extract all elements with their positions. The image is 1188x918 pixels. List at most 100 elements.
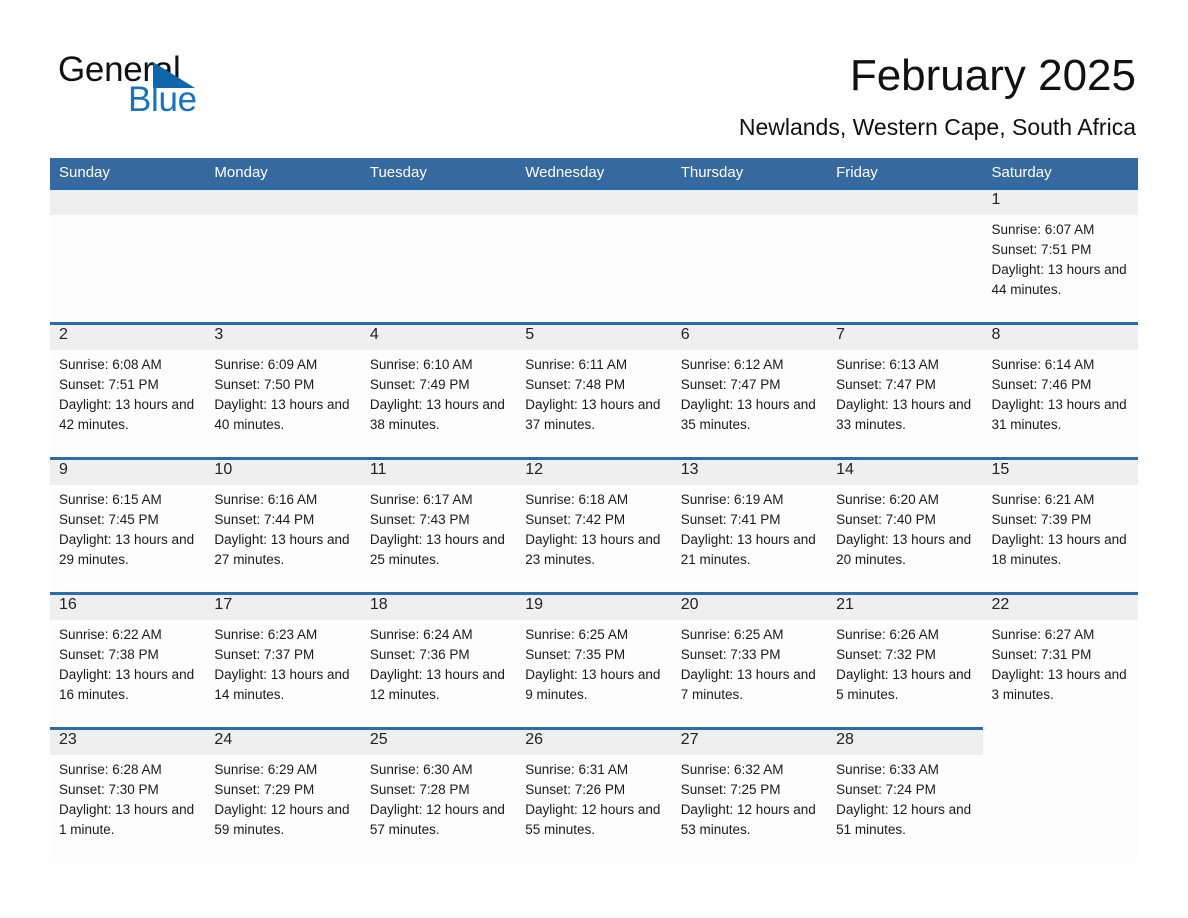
- daylight-text: Daylight: 12 hours and 51 minutes.: [836, 802, 972, 837]
- day-cell[interactable]: 8 Sunrise: 6:14 AM Sunset: 7:46 PM Daylight…: [982, 322, 1138, 457]
- day-cell[interactable]: 24 Sunrise: 6:29 AM Sunset: 7:29 PM Dayligh…: [205, 727, 361, 862]
- day-cell[interactable]: 2 Sunrise: 6:08 AM Sunset: 7:51 PM Daylight…: [50, 322, 206, 457]
- sunrise-text: Sunrise: 6:28 AM: [59, 762, 162, 777]
- day-details: Sunrise: 6:10 AM Sunset: 7:49 PM Daylight:…: [370, 355, 510, 435]
- day-cell[interactable]: 28 Sunrise: 6:33 AM Sunset: 7:24 PM Dayligh…: [827, 727, 983, 862]
- day-details: Sunrise: 6:14 AM Sunset: 7:46 PM Daylight:…: [992, 355, 1132, 435]
- day-cell[interactable]: 9 Sunrise: 6:15 AM Sunset: 7:45 PM Daylight…: [50, 457, 206, 592]
- weekday-header-sunday: Sunday: [59, 164, 110, 181]
- day-details: Sunrise: 6:31 AM Sunset: 7:26 PM Daylight:…: [525, 760, 665, 840]
- day-cell[interactable]: 7 Sunrise: 6:13 AM Sunset: 7:47 PM Daylight…: [827, 322, 983, 457]
- daylight-text: Daylight: 13 hours and 42 minutes.: [59, 397, 195, 432]
- week-row: 2 Sunrise: 6:08 AM Sunset: 7:51 PM Daylight…: [50, 322, 1138, 457]
- day-cell[interactable]: 13 Sunrise: 6:19 AM Sunset: 7:41 PM Dayligh…: [671, 457, 828, 592]
- day-cell[interactable]: 11 Sunrise: 6:17 AM Sunset: 7:43 PM Dayligh…: [360, 457, 517, 592]
- daylight-text: Daylight: 13 hours and 40 minutes.: [214, 397, 350, 432]
- sunrise-text: Sunrise: 6:12 AM: [680, 357, 784, 372]
- daylight-text: Daylight: 13 hours and 35 minutes.: [680, 397, 816, 432]
- day-cell[interactable]: 21 Sunrise: 6:26 AM Sunset: 7:32 PM Dayligh…: [827, 592, 983, 727]
- sunset-text: Sunset: 7:28 PM: [369, 782, 470, 797]
- day-number: 6: [680, 326, 690, 343]
- day-number: 10: [214, 461, 233, 478]
- day-details: Sunrise: 6:27 AM Sunset: 7:31 PM Daylight:…: [992, 625, 1132, 705]
- general-blue-logo[interactable]: General Blue: [58, 52, 358, 132]
- day-cell[interactable]: 19 Sunrise: 6:25 AM Sunset: 7:35 PM Dayligh…: [516, 592, 672, 727]
- sunrise-text: Sunrise: 6:29 AM: [214, 762, 318, 777]
- day-details: Sunrise: 6:30 AM Sunset: 7:28 PM Daylight:…: [370, 760, 510, 840]
- day-cell[interactable]: 14 Sunrise: 6:20 AM Sunset: 7:40 PM Dayligh…: [827, 457, 983, 592]
- day-cell-empty: [982, 727, 1138, 862]
- weekday-header-friday: Friday: [836, 164, 878, 181]
- day-number: 5: [525, 326, 535, 343]
- day-cell[interactable]: 20 Sunrise: 6:25 AM Sunset: 7:33 PM Dayligh…: [671, 592, 828, 727]
- daylight-text: Daylight: 13 hours and 27 minutes.: [214, 532, 350, 567]
- day-cell[interactable]: 23 Sunrise: 6:28 AM Sunset: 7:30 PM Dayligh…: [50, 727, 206, 862]
- day-details: Sunrise: 6:29 AM Sunset: 7:29 PM Daylight:…: [214, 760, 354, 840]
- sunrise-text: Sunrise: 6:31 AM: [525, 762, 629, 777]
- sunset-text: Sunset: 7:26 PM: [525, 782, 626, 797]
- day-number-strip: [50, 325, 206, 350]
- day-cell[interactable]: 22 Sunrise: 6:27 AM Sunset: 7:31 PM Dayligh…: [982, 592, 1138, 727]
- day-number: 17: [214, 596, 233, 613]
- daylight-text: Daylight: 13 hours and 16 minutes.: [59, 667, 195, 702]
- day-cell-empty: [50, 187, 206, 322]
- day-number: 21: [836, 596, 854, 613]
- day-cell[interactable]: 10 Sunrise: 6:16 AM Sunset: 7:44 PM Dayligh…: [205, 457, 361, 592]
- daylight-text: Daylight: 13 hours and 14 minutes.: [214, 667, 350, 702]
- daylight-text: Daylight: 13 hours and 5 minutes.: [836, 667, 972, 702]
- day-cell[interactable]: 26 Sunrise: 6:31 AM Sunset: 7:26 PM Dayligh…: [516, 727, 672, 862]
- day-cell[interactable]: 27 Sunrise: 6:32 AM Sunset: 7:25 PM Dayligh…: [671, 727, 828, 862]
- day-cell[interactable]: 18 Sunrise: 6:24 AM Sunset: 7:36 PM Dayligh…: [360, 592, 517, 727]
- sunrise-text: Sunrise: 6:25 AM: [525, 627, 629, 642]
- day-number-strip: [671, 190, 828, 215]
- day-details: Sunrise: 6:15 AM Sunset: 7:45 PM Daylight:…: [59, 490, 199, 570]
- daylight-text: Daylight: 12 hours and 53 minutes.: [680, 802, 816, 837]
- day-cell[interactable]: 25 Sunrise: 6:30 AM Sunset: 7:28 PM Dayligh…: [360, 727, 517, 862]
- day-number: 27: [680, 731, 699, 748]
- sunset-text: Sunset: 7:33 PM: [680, 647, 781, 662]
- day-number: 8: [991, 326, 1001, 343]
- day-cell[interactable]: 12 Sunrise: 6:18 AM Sunset: 7:42 PM Dayligh…: [516, 457, 672, 592]
- day-number: 22: [991, 596, 1010, 613]
- day-cell-empty: [205, 187, 361, 322]
- daylight-text: Daylight: 12 hours and 55 minutes.: [525, 802, 661, 837]
- sunset-text: Sunset: 7:46 PM: [991, 377, 1092, 392]
- sunset-text: Sunset: 7:24 PM: [836, 782, 936, 797]
- sunrise-text: Sunrise: 6:21 AM: [991, 492, 1095, 507]
- sunset-text: Sunset: 7:45 PM: [59, 512, 159, 527]
- weeks-container: 1 Sunrise: 6:07 AM Sunset: 7:51 PM Daylight…: [50, 187, 1138, 862]
- day-cell[interactable]: 17 Sunrise: 6:23 AM Sunset: 7:37 PM Dayligh…: [205, 592, 361, 727]
- day-cell[interactable]: 3 Sunrise: 6:09 AM Sunset: 7:50 PM Daylight…: [205, 322, 361, 457]
- day-cell[interactable]: 4 Sunrise: 6:10 AM Sunset: 7:49 PM Daylight…: [360, 322, 517, 457]
- day-number: 15: [991, 461, 1010, 478]
- day-details: Sunrise: 6:12 AM Sunset: 7:47 PM Daylight:…: [681, 355, 821, 435]
- sunrise-text: Sunrise: 6:20 AM: [836, 492, 939, 507]
- week-row: 9 Sunrise: 6:15 AM Sunset: 7:45 PM Daylight…: [50, 457, 1138, 592]
- day-cell[interactable]: 1 Sunrise: 6:07 AM Sunset: 7:51 PM Daylight…: [982, 187, 1138, 322]
- daylight-text: Daylight: 13 hours and 20 minutes.: [836, 532, 972, 567]
- day-details: Sunrise: 6:16 AM Sunset: 7:44 PM Daylight:…: [214, 490, 354, 570]
- day-number: 3: [214, 326, 224, 343]
- day-number-strip: [671, 325, 828, 350]
- day-details: Sunrise: 6:26 AM Sunset: 7:32 PM Daylight:…: [836, 625, 976, 705]
- daylight-text: Daylight: 12 hours and 57 minutes.: [369, 802, 505, 837]
- sunset-text: Sunset: 7:32 PM: [836, 647, 936, 662]
- sunrise-text: Sunrise: 6:18 AM: [525, 492, 629, 507]
- day-number: 28: [836, 731, 854, 748]
- day-details: Sunrise: 6:20 AM Sunset: 7:40 PM Daylight:…: [836, 490, 976, 570]
- daylight-text: Daylight: 13 hours and 18 minutes.: [991, 532, 1127, 567]
- day-number-strip: [205, 190, 361, 215]
- day-cell[interactable]: 16 Sunrise: 6:22 AM Sunset: 7:38 PM Dayligh…: [50, 592, 206, 727]
- day-number: 23: [59, 731, 77, 748]
- day-cell-empty: [516, 187, 672, 322]
- daylight-text: Daylight: 13 hours and 25 minutes.: [369, 532, 505, 567]
- sunrise-text: Sunrise: 6:19 AM: [680, 492, 784, 507]
- page-subtitle: Newlands, Western Cape, South Africa: [738, 114, 1136, 140]
- day-details: Sunrise: 6:32 AM Sunset: 7:25 PM Daylight:…: [681, 760, 821, 840]
- day-cell[interactable]: 15 Sunrise: 6:21 AM Sunset: 7:39 PM Dayligh…: [982, 457, 1138, 592]
- day-cell[interactable]: 6 Sunrise: 6:12 AM Sunset: 7:47 PM Daylight…: [671, 322, 828, 457]
- sunset-text: Sunset: 7:38 PM: [59, 647, 159, 662]
- day-details: Sunrise: 6:28 AM Sunset: 7:30 PM Daylight:…: [59, 760, 199, 840]
- day-cell[interactable]: 5 Sunrise: 6:11 AM Sunset: 7:48 PM Daylight…: [516, 322, 672, 457]
- weekday-header-saturday: Saturday: [991, 164, 1052, 181]
